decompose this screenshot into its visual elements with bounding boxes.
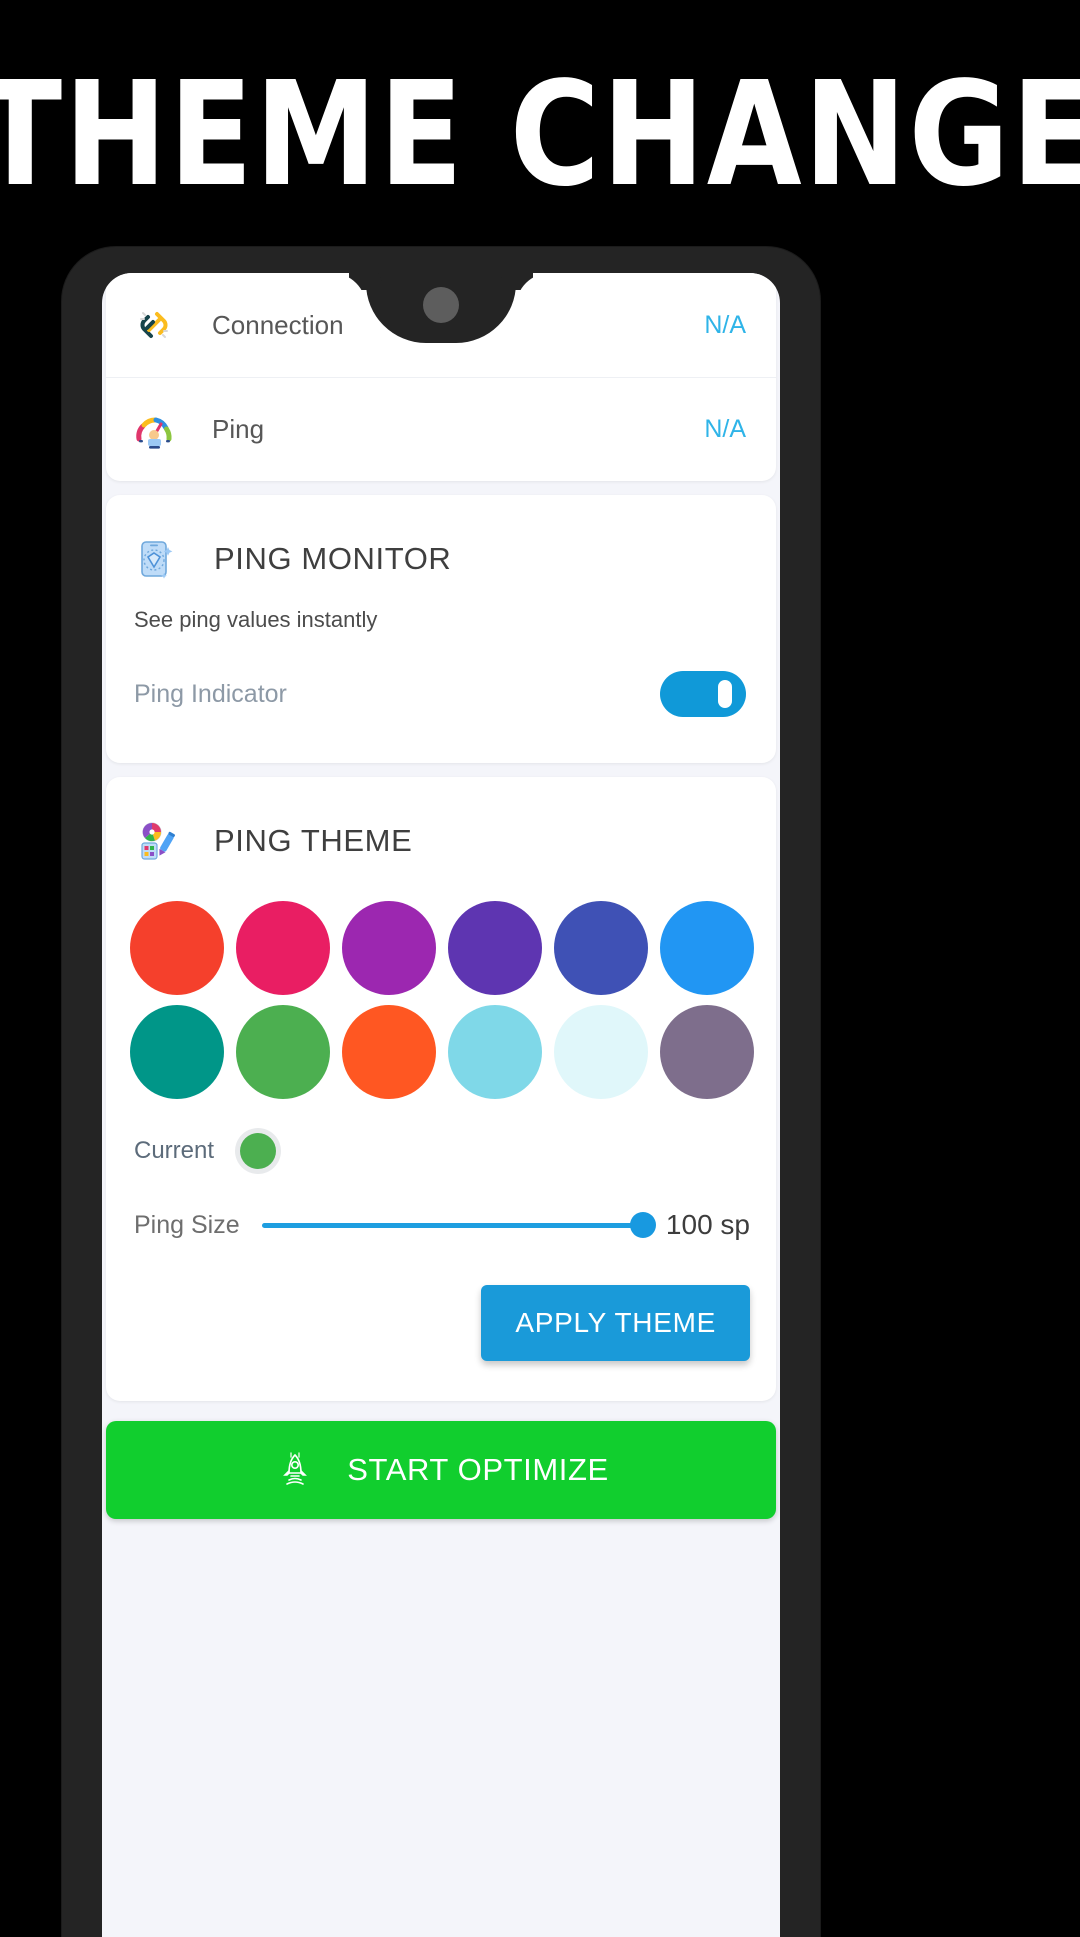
swatch-pink[interactable] [236, 901, 330, 995]
ping-indicator-toggle[interactable] [660, 671, 746, 717]
rocket-icon [273, 1448, 317, 1492]
ping-indicator-label: Ping Indicator [134, 679, 287, 708]
current-theme-dot [240, 1133, 277, 1169]
current-theme-label: Current [134, 1137, 215, 1164]
optimize-wrap: START OPTIMIZE [102, 1415, 780, 1519]
swatch-pale-cyan[interactable] [554, 1005, 648, 1099]
swatch-light-cyan[interactable] [448, 1005, 542, 1099]
phone-mockup-frame: Connection N/A Ping N/A PING MONITOR See… [62, 247, 820, 1937]
phone-shield-icon [132, 535, 180, 583]
swatch-gray-purple[interactable] [660, 1005, 754, 1099]
ping-size-label: Ping Size [134, 1210, 240, 1239]
section-title: PING MONITOR [214, 541, 452, 576]
apply-theme-row: APPLY THEME [106, 1241, 776, 1401]
slider-track [261, 1222, 654, 1228]
start-optimize-label: START OPTIMIZE [347, 1452, 609, 1487]
slider-thumb[interactable] [629, 1212, 656, 1238]
phone-screen: Connection N/A Ping N/A PING MONITOR See… [102, 273, 780, 1937]
swatch-blue[interactable] [660, 901, 754, 995]
ping-theme-header: PING THEME [106, 777, 776, 865]
ping-size-value: 100 sp [665, 1209, 750, 1240]
app-content-scroll[interactable]: Connection N/A Ping N/A PING MONITOR See… [102, 273, 780, 1937]
swatch-purple[interactable] [342, 901, 436, 995]
apply-theme-button[interactable]: APPLY THEME [481, 1285, 750, 1361]
ping-monitor-header: PING MONITOR [106, 495, 776, 583]
theme-swatch-grid[interactable] [106, 865, 776, 1099]
ping-monitor-subtitle: See ping values instantly [134, 607, 378, 632]
start-optimize-button[interactable]: START OPTIMIZE [106, 1421, 776, 1519]
swatch-deep-purple[interactable] [448, 901, 542, 995]
status-row-ping[interactable]: Ping N/A [106, 377, 776, 481]
ping-theme-card: PING THEME Current Ping Size 100 sp APPL… [106, 777, 776, 1401]
status-value: N/A [704, 310, 746, 339]
swatch-teal[interactable] [130, 1005, 224, 1099]
swatch-red[interactable] [130, 901, 224, 995]
ping-size-slider[interactable] [261, 1210, 656, 1240]
color-palette-icon [132, 817, 180, 865]
status-value: N/A [704, 415, 746, 443]
swatch-green[interactable] [236, 1005, 330, 1099]
page-title: THEME CHANGER [0, 49, 1080, 219]
ping-monitor-card: PING MONITOR See ping values instantly P… [106, 495, 776, 763]
status-label: Ping [212, 414, 265, 444]
link-chain-icon [132, 303, 176, 347]
ping-size-row: Ping Size 100 sp [106, 1169, 776, 1241]
speedometer-icon [132, 408, 176, 452]
ping-indicator-row[interactable]: Ping Indicator [106, 633, 776, 763]
section-title: PING THEME [214, 823, 413, 858]
current-theme-row: Current [106, 1099, 776, 1169]
front-camera-icon [423, 287, 459, 323]
toggle-knob [718, 680, 732, 708]
swatch-deep-orange[interactable] [342, 1005, 436, 1099]
swatch-indigo[interactable] [554, 901, 648, 995]
